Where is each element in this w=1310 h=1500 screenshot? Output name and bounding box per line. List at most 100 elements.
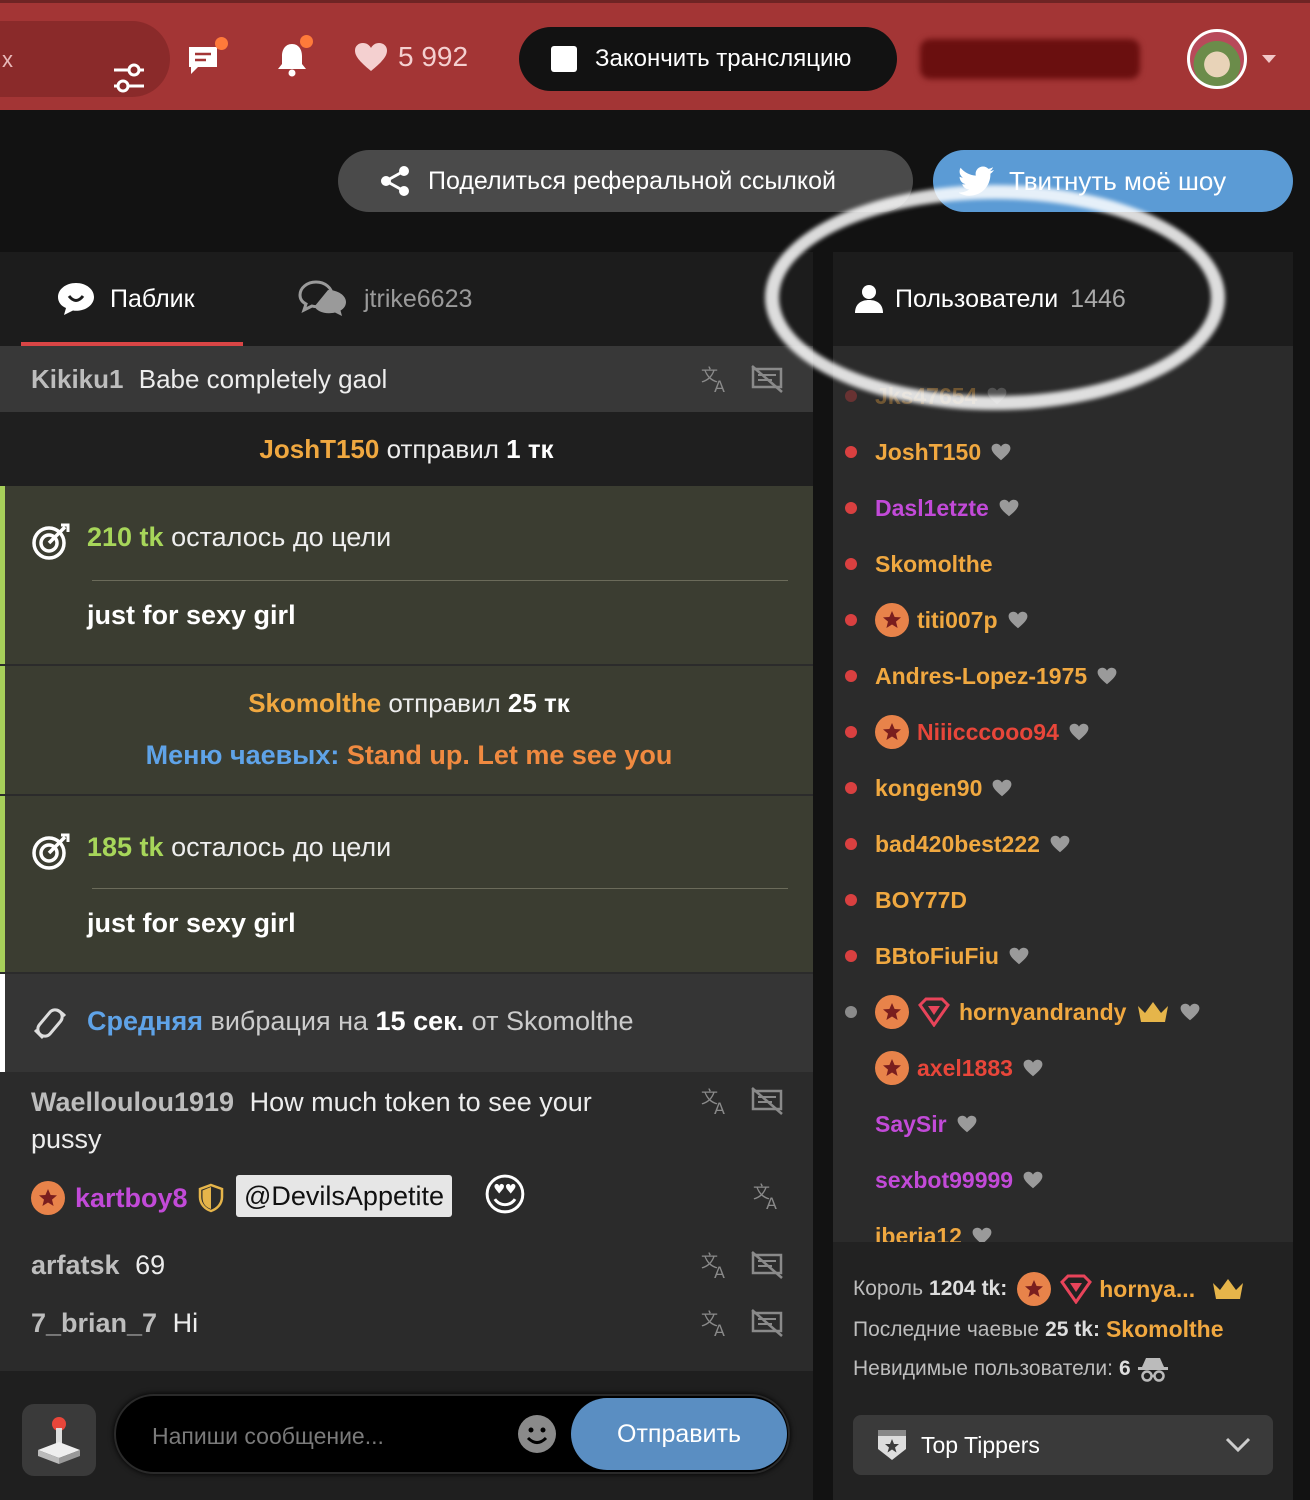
invisible-users-line: Невидимые пользователи: 6 [853, 1356, 1169, 1382]
king-name[interactable]: hornya... [1099, 1276, 1195, 1303]
online-status-dot [845, 726, 857, 738]
heart-icon[interactable] [991, 443, 1011, 461]
translate-icon[interactable]: 文A [700, 1086, 730, 1116]
hide-message-icon[interactable] [750, 1086, 784, 1116]
emoji-picker-icon[interactable] [517, 1414, 557, 1454]
tipper-username[interactable]: Skomolthe [248, 688, 381, 718]
online-status-dot [845, 838, 857, 850]
user-list-item[interactable]: axel1883 [875, 1048, 1043, 1088]
user-name[interactable]: JoshT150 [875, 439, 981, 466]
message-username[interactable]: arfatsk [31, 1250, 120, 1280]
interactive-toy-button[interactable] [22, 1404, 96, 1476]
user-list-item[interactable]: iberia12 [875, 1216, 992, 1242]
hide-message-icon[interactable] [750, 1250, 784, 1280]
svg-text:A: A [714, 377, 725, 394]
message-input[interactable] [152, 1418, 502, 1454]
top-tippers-dropdown[interactable]: Top Tippers [853, 1415, 1273, 1475]
user-name[interactable]: axel1883 [917, 1055, 1013, 1082]
star-badge [875, 715, 909, 749]
heart-icon[interactable] [987, 387, 1007, 405]
online-status-dot [845, 894, 857, 906]
message-username[interactable]: Waelloulou1919 [31, 1087, 234, 1117]
last-tip-user[interactable]: Skomolthe [1106, 1316, 1224, 1343]
chat-tabs: Паблик jtrike6623 [0, 252, 813, 346]
user-name[interactable]: Niiicccooo94 [917, 719, 1059, 746]
heart-icon[interactable] [1180, 1003, 1200, 1021]
message-username[interactable]: Kikiku1 [31, 364, 124, 394]
hide-message-icon[interactable] [750, 364, 784, 394]
heart-icon[interactable] [992, 779, 1012, 797]
user-name[interactable]: BBtoFiuFiu [875, 943, 999, 970]
end-stream-button[interactable]: Закончить трансляцию [519, 27, 897, 91]
user-list-item[interactable]: Andres-Lopez-1975 [875, 656, 1117, 696]
translate-icon[interactable]: 文A [752, 1181, 782, 1211]
vibration-user[interactable]: Skomolthe [506, 1006, 634, 1036]
user-list-item[interactable]: JoshT150 [875, 432, 1011, 472]
translate-icon[interactable]: 文A [700, 364, 730, 394]
user-name[interactable]: iberia12 [875, 1223, 962, 1243]
user-name[interactable]: bad420best222 [875, 831, 1040, 858]
message-username[interactable]: kartboy8 [75, 1183, 188, 1214]
tip-amount: 25 тк [507, 688, 570, 718]
user-list-item[interactable]: SaySir [875, 1104, 977, 1144]
user-list-item[interactable]: bad420best222 [875, 824, 1070, 864]
invisible-count: 6 [1118, 1357, 1131, 1380]
tip-amount: 1 тк [506, 434, 554, 464]
user-list-item[interactable]: BOY77D [875, 880, 967, 920]
user-list-item[interactable]: Niiicccooo94 [875, 712, 1089, 752]
user-name[interactable]: SaySir [875, 1111, 947, 1138]
user-list-item[interactable]: titi007p [875, 600, 1028, 640]
king-amount: 1204 tk: [929, 1277, 1008, 1300]
hide-message-icon[interactable] [750, 1308, 784, 1338]
heart-icon[interactable] [1050, 835, 1070, 853]
user-list-item[interactable]: Jks47654 [875, 376, 1007, 416]
user-list-item[interactable]: sexbot99999 [875, 1160, 1043, 1200]
heart-icon[interactable] [1023, 1171, 1043, 1189]
send-button[interactable]: Отправить [571, 1398, 787, 1470]
user-list-item[interactable]: Dasl1etzte [875, 488, 1019, 528]
user-name[interactable]: titi007p [917, 607, 998, 634]
star-icon [39, 1189, 57, 1206]
user-name[interactable]: Skomolthe [875, 551, 993, 578]
top-tippers-label: Top Tippers [921, 1431, 1040, 1458]
user-name[interactable]: BOY77D [875, 887, 967, 914]
tweet-show-button[interactable]: Твитнуть моё шоу [933, 150, 1293, 212]
heart-icon[interactable] [1023, 1059, 1043, 1077]
heart-icon[interactable] [1008, 611, 1028, 629]
user-name[interactable]: Dasl1etzte [875, 495, 989, 522]
heart-icon[interactable] [1009, 947, 1029, 965]
heart-icon[interactable] [1097, 667, 1117, 685]
avatar[interactable] [1187, 29, 1247, 89]
users-header[interactable]: Пользователи 1446 [833, 252, 1293, 346]
online-status-dot [845, 782, 857, 794]
user-list-item[interactable]: Skomolthe [875, 544, 993, 584]
user-name[interactable]: Jks47654 [875, 383, 977, 410]
diamond-icon [918, 997, 950, 1027]
heart-icon[interactable] [972, 1227, 992, 1242]
user-list-item[interactable]: kongen90 [875, 768, 1012, 808]
user-list-item[interactable]: BBtoFiuFiu [875, 936, 1029, 976]
message-text: Babe completely gaol [138, 364, 388, 394]
user-name[interactable]: hornyandrandy [959, 999, 1126, 1026]
translate-icon[interactable]: 文A [700, 1250, 730, 1280]
goal-notice: 210 tk осталось до цели just for sexy gi… [0, 486, 813, 664]
heart-icon[interactable] [1069, 723, 1089, 741]
tab-private[interactable]: jtrike6623 [298, 252, 472, 346]
user-list-item[interactable]: hornyandrandy [875, 992, 1200, 1032]
user-name[interactable]: Andres-Lopez-1975 [875, 663, 1087, 690]
heart-icon[interactable] [999, 499, 1019, 517]
tab-public[interactable]: Паблик [56, 252, 195, 346]
message-username[interactable]: 7_brian_7 [31, 1308, 157, 1338]
search-field[interactable]: x [0, 21, 170, 97]
filter-icon[interactable] [112, 61, 146, 95]
share-referral-button[interactable]: Поделиться реферальной ссылкой [338, 150, 913, 212]
mention-tag[interactable]: @DevilsAppetite [236, 1175, 452, 1217]
user-name[interactable]: kongen90 [875, 775, 982, 802]
translate-icon[interactable]: 文A [700, 1308, 730, 1338]
tipper-username[interactable]: JoshT150 [259, 434, 379, 464]
divider [92, 888, 788, 889]
user-name[interactable]: sexbot99999 [875, 1167, 1013, 1194]
heart-icon[interactable] [957, 1115, 977, 1133]
message-text: How much token to see your [249, 1087, 592, 1117]
chevron-down-icon[interactable] [1262, 55, 1276, 63]
